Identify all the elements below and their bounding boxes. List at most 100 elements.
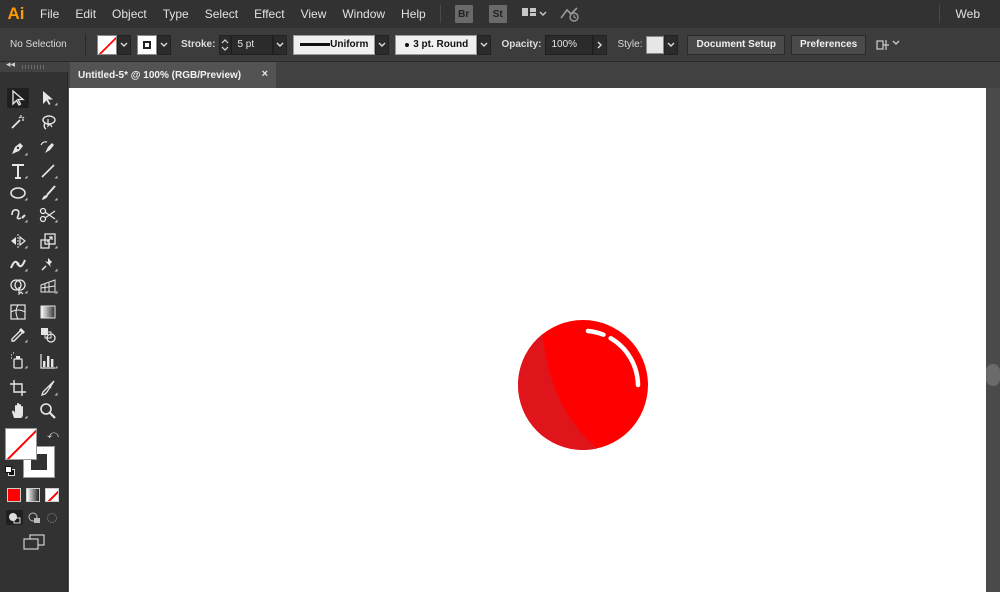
opacity-label: Opacity: (501, 39, 542, 50)
menu-file[interactable]: File (32, 0, 67, 28)
screen-mode-icon (23, 534, 45, 550)
arrange-documents-button[interactable] (521, 7, 547, 21)
workspace-switcher[interactable]: Web (956, 0, 980, 28)
profile-dropdown[interactable] (375, 34, 390, 55)
gradient-tool[interactable] (37, 302, 59, 322)
menu-type[interactable]: Type (155, 0, 197, 28)
draw-inside-button[interactable] (44, 510, 61, 525)
menu-effect[interactable]: Effect (246, 0, 292, 28)
draw-normal-button[interactable] (6, 510, 23, 525)
magic-wand-icon (11, 115, 25, 129)
gradient-button[interactable] (26, 488, 40, 502)
preferences-button[interactable]: Preferences (790, 34, 867, 55)
line-segment-tool[interactable] (37, 161, 59, 181)
perspective-grid-tool[interactable] (37, 276, 59, 296)
none-button[interactable] (45, 488, 59, 502)
blend-tool[interactable] (37, 325, 59, 345)
puppet-warp-tool[interactable] (37, 254, 59, 274)
menu-select[interactable]: Select (197, 0, 246, 28)
vertical-scrollbar-thumb[interactable] (986, 364, 1000, 386)
column-graph-tool[interactable] (37, 351, 59, 371)
mesh-icon (10, 304, 26, 320)
brush-dot-icon (404, 42, 409, 47)
stroke-color-dropdown[interactable] (157, 34, 171, 55)
arrange-documents-icon (521, 8, 547, 16)
control-separator (85, 33, 86, 56)
close-tab-icon[interactable]: × (262, 68, 268, 80)
opacity-expand[interactable] (593, 34, 608, 55)
curvature-pen-icon (40, 141, 54, 153)
stroke-weight-stepper[interactable] (219, 34, 232, 55)
stroke-color-swatch[interactable] (137, 34, 157, 55)
scale-tool[interactable] (37, 231, 59, 251)
variable-width-profile[interactable]: Uniform (293, 34, 376, 55)
chevron-down-icon (378, 42, 386, 47)
menu-object[interactable]: Object (104, 0, 155, 28)
menu-bar: Ai File Edit Object Type Select Effect V… (0, 0, 1000, 28)
scissors-tool[interactable] (37, 205, 59, 225)
document-tab[interactable]: Untitled-5* @ 100% (RGB/Preview) × (70, 62, 276, 88)
fill-color-swatch[interactable] (97, 34, 117, 55)
hand-tool[interactable] (7, 401, 29, 421)
brush-dropdown[interactable] (477, 34, 492, 55)
fill-stroke-widget: ⤺ (5, 428, 59, 482)
selection-arrow-icon (12, 89, 25, 106)
change-screen-mode-button[interactable] (22, 534, 46, 550)
brush-label: 3 pt. Round (413, 39, 469, 50)
type-tool[interactable] (7, 161, 29, 181)
fill-indicator[interactable] (5, 428, 37, 460)
menu-view[interactable]: View (293, 0, 335, 28)
red-ball[interactable] (509, 318, 648, 468)
artboard-tool[interactable] (7, 378, 29, 398)
bridge-button[interactable]: Br (454, 5, 473, 23)
graphic-style-dropdown[interactable] (664, 34, 679, 55)
arrange-panel-button[interactable] (875, 37, 901, 53)
brush-definition[interactable]: 3 pt. Round (395, 34, 478, 55)
profile-line-icon (300, 43, 331, 46)
magic-wand-tool[interactable] (7, 112, 29, 132)
slice-tool[interactable] (37, 378, 59, 398)
gpu-performance-button[interactable] (559, 6, 581, 22)
paintbrush-tool[interactable] (37, 183, 59, 203)
mesh-tool[interactable] (7, 302, 29, 322)
curvature-tool[interactable] (37, 138, 59, 158)
width-tool[interactable] (7, 254, 29, 274)
vertical-scrollbar[interactable] (986, 88, 1000, 592)
style-label: Style: (617, 39, 643, 50)
graphic-style-swatch[interactable] (646, 35, 665, 54)
app-logo: Ai (7, 4, 25, 23)
draw-behind-icon (28, 512, 40, 523)
stroke-weight-input[interactable]: 5 pt (231, 34, 274, 55)
pen-tool[interactable] (7, 138, 29, 158)
swap-fill-stroke-icon[interactable]: ⤺ (47, 428, 59, 442)
menu-edit[interactable]: Edit (67, 0, 104, 28)
eyedropper-tool[interactable] (7, 325, 29, 345)
lasso-tool[interactable] (37, 112, 59, 132)
menu-window[interactable]: Window (334, 0, 393, 28)
color-button[interactable] (7, 488, 21, 502)
collapse-panel-icon[interactable]: ◂◂ (6, 60, 15, 70)
draw-behind-button[interactable] (26, 510, 43, 525)
shaper-tool[interactable] (7, 205, 29, 225)
document-setup-button[interactable]: Document Setup (687, 34, 785, 55)
stroke-weight-dropdown[interactable] (273, 34, 288, 55)
ellipse-tool[interactable] (7, 183, 29, 203)
canvas-area[interactable] (68, 88, 1000, 592)
stock-button[interactable]: St (488, 5, 507, 23)
fill-color-dropdown[interactable] (117, 34, 131, 55)
blend-icon (41, 328, 56, 343)
artwork (509, 318, 648, 468)
menu-help[interactable]: Help (393, 0, 434, 28)
direct-selection-tool[interactable] (37, 88, 59, 108)
zoom-tool[interactable] (37, 401, 59, 421)
symbol-sprayer-tool[interactable] (7, 351, 29, 371)
opacity-input[interactable]: 100% (545, 34, 594, 55)
reflect-tool[interactable] (7, 231, 29, 251)
selection-status: No Selection (10, 39, 67, 50)
selection-tool[interactable] (7, 88, 29, 108)
chevron-right-icon (597, 41, 603, 48)
gpu-performance-icon (560, 7, 579, 22)
artboard[interactable] (69, 88, 986, 592)
default-fill-stroke-icon[interactable] (5, 466, 15, 476)
shape-builder-tool[interactable] (7, 276, 29, 296)
